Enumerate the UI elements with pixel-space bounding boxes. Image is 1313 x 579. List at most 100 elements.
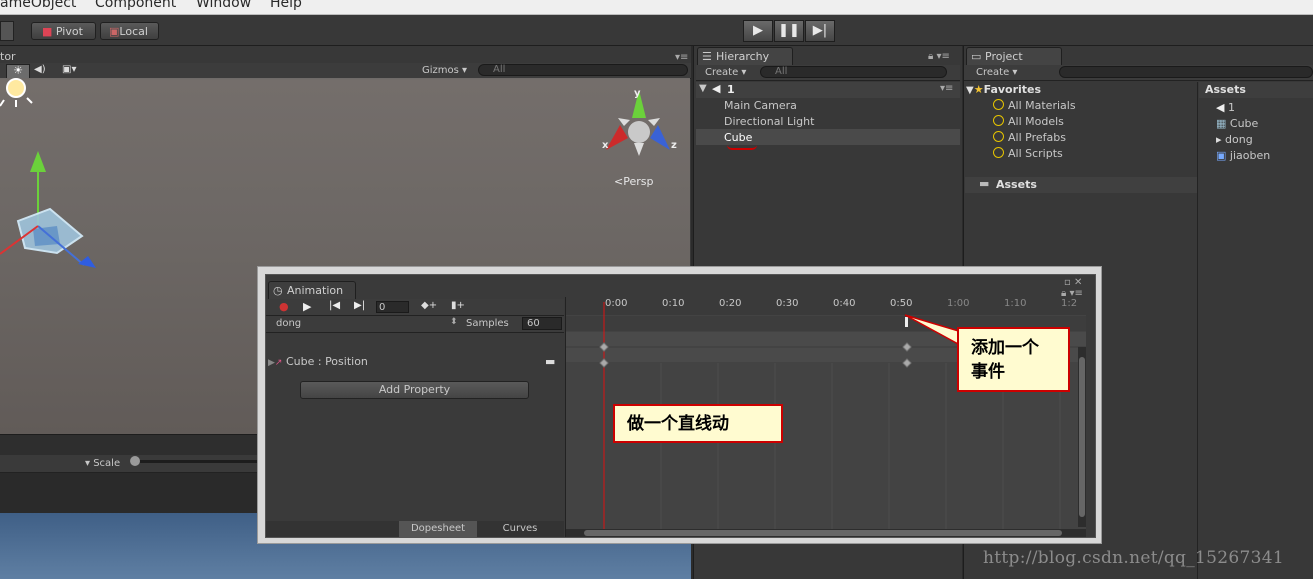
pivot-button[interactable]: ■ Pivot — [31, 22, 96, 40]
callout-linear-motion: 做一个直线动 — [613, 404, 783, 443]
axis-z-label: z — [671, 140, 677, 151]
tick-2: 0:20 — [719, 298, 742, 309]
favorite-all-models[interactable]: All Models — [993, 115, 1064, 128]
hierarchy-item-main-camera[interactable]: Main Camera — [724, 99, 797, 112]
search-icon — [993, 147, 1004, 158]
asset-dong[interactable]: ▸ dong — [1216, 133, 1253, 146]
image-effects-icon[interactable]: ▣▾ — [62, 64, 76, 75]
clock-icon: ◷ — [273, 284, 283, 297]
local-button[interactable]: ▣Local — [100, 22, 159, 40]
favorite-all-prefabs[interactable]: All Prefabs — [993, 131, 1066, 144]
project-divider — [1197, 82, 1198, 579]
scale-slider-thumb[interactable] — [130, 456, 140, 466]
axis-y-label: y — [634, 88, 641, 99]
tick-7: 1:10 — [1004, 298, 1027, 309]
next-key-button[interactable]: ▶| — [354, 300, 365, 311]
favorites-expand-icon: ▼ — [966, 85, 974, 96]
cube-object[interactable] — [0, 151, 96, 268]
scale-slider[interactable] — [130, 460, 260, 463]
favorite-all-materials[interactable]: All Materials — [993, 99, 1076, 112]
menu-window[interactable]: Window — [196, 0, 251, 11]
persp-icon: < — [614, 175, 624, 188]
step-button[interactable]: ▶| — [805, 20, 835, 42]
scene-tab-title[interactable]: tor — [0, 50, 16, 63]
hierarchy-item-cube[interactable]: Cube — [724, 131, 752, 144]
animation-mode-bar: Dopesheet Curves — [266, 521, 564, 537]
frame-input[interactable]: 0 — [376, 301, 409, 313]
samples-input[interactable]: 60 — [522, 317, 562, 330]
axis-x-label: x — [602, 140, 609, 151]
add-event-button[interactable]: ▮+ — [451, 300, 465, 311]
transform-icon: ↗ — [274, 358, 283, 368]
step-icon: ▶| — [812, 23, 828, 38]
pause-button[interactable]: ❚❚ — [774, 20, 804, 42]
hierarchy-scene-row[interactable]: ▼ ◀ 1 ▾≡ — [696, 82, 960, 98]
add-property-button[interactable]: Add Property — [300, 381, 529, 399]
samples-label: Samples — [466, 318, 509, 329]
prev-key-button[interactable]: |◀ — [329, 300, 340, 311]
search-icon — [993, 99, 1004, 110]
hierarchy-create-dropdown[interactable]: Create ▾ — [705, 67, 746, 78]
scene-tab-menu-icon[interactable]: ▾≡ — [675, 52, 688, 63]
play-icon: ▶ — [753, 23, 763, 38]
animation-tab[interactable]: ◷ Animation — [268, 281, 356, 299]
prefab-icon: ▦ — [1216, 117, 1227, 130]
persp-label[interactable]: <Persp — [614, 175, 653, 188]
orientation-gizmo[interactable] — [606, 90, 670, 156]
asset-scene-1[interactable]: ◀ 1 — [1216, 101, 1235, 114]
assets-folder-row[interactable]: ▬ Assets — [965, 177, 1197, 193]
property-remove-icon[interactable]: ▬ — [545, 355, 555, 368]
scene-expand-icon[interactable]: ▼ — [699, 83, 707, 94]
curves-tab[interactable]: Curves — [481, 521, 559, 537]
hierarchy-tab[interactable]: ☰ Hierarchy — [697, 47, 793, 65]
light-gizmo[interactable] — [0, 78, 33, 107]
scene-row-menu-icon[interactable]: ▾≡ — [940, 83, 953, 94]
clip-dropdown[interactable]: dong — [276, 318, 301, 329]
scene-search-input[interactable]: All — [478, 64, 688, 76]
record-button[interactable]: ● — [279, 300, 289, 313]
dopesheet-tab[interactable]: Dopesheet — [399, 521, 477, 537]
sun-icon[interactable]: ☀ — [6, 64, 30, 79]
menu-help[interactable]: Help — [270, 0, 302, 11]
audio-icon[interactable]: ◀) — [34, 64, 46, 75]
favorite-all-scripts[interactable]: All Scripts — [993, 147, 1063, 160]
animation-window-controls[interactable]: ▫ ✕ — [1064, 277, 1082, 288]
animation-controls: ● ▶ |◀ ▶| 0 ◆+ ▮+ — [266, 299, 564, 316]
asset-jiaoben[interactable]: ▣ jiaoben — [1216, 149, 1270, 162]
unity-scene-icon: ◀ — [712, 82, 721, 95]
menu-gameobject[interactable]: ameObject — [0, 0, 76, 11]
gizmos-dropdown[interactable]: Gizmos ▾ — [422, 65, 467, 76]
project-search-input[interactable] — [1059, 66, 1313, 78]
asset-cube[interactable]: ▦ Cube — [1216, 117, 1258, 130]
vertical-scrollbar — [1079, 357, 1085, 517]
folder-icon: ▬ — [979, 177, 990, 190]
property-row-cube-position[interactable]: ▶↗ Cube : Position — [268, 355, 368, 368]
red-underline-annotation — [727, 145, 757, 150]
search-icon — [993, 115, 1004, 126]
tick-5: 0:50 — [890, 298, 913, 309]
clip-dropdown-arrow[interactable]: ⬍ — [450, 317, 458, 327]
hand-tool-button[interactable] — [0, 21, 14, 41]
scene-name: 1 — [727, 83, 735, 96]
hierarchy-tab-icon: ☰ — [702, 50, 712, 63]
assets-header: Assets — [1199, 82, 1313, 98]
pause-icon: ❚❚ — [778, 23, 800, 38]
tick-1: 0:10 — [662, 298, 685, 309]
play-anim-button[interactable]: ▶ — [303, 300, 311, 313]
hierarchy-item-directional-light[interactable]: Directional Light — [724, 115, 814, 128]
tick-4: 0:40 — [833, 298, 856, 309]
tick-6: 1:00 — [947, 298, 970, 309]
menu-component[interactable]: Component — [95, 0, 176, 11]
hierarchy-lock-icon[interactable]: 🔒︎ ▾≡ — [928, 51, 950, 62]
add-keyframe-button[interactable]: ◆+ — [421, 300, 437, 311]
play-button[interactable]: ▶ — [743, 20, 773, 42]
hierarchy-search-input[interactable]: All — [760, 66, 947, 78]
local-icon: ▣ — [109, 25, 120, 38]
script-icon: ▣ — [1216, 149, 1227, 162]
project-tab[interactable]: ▭ Project — [966, 47, 1062, 65]
favorites-header[interactable]: ▼★Favorites — [966, 83, 1041, 96]
clip-row: dong ⬍ Samples 60 — [266, 316, 564, 333]
scale-label: ▾ Scale — [85, 458, 121, 469]
project-create-dropdown[interactable]: Create ▾ — [976, 67, 1017, 78]
property-label: Cube : Position — [285, 355, 368, 368]
